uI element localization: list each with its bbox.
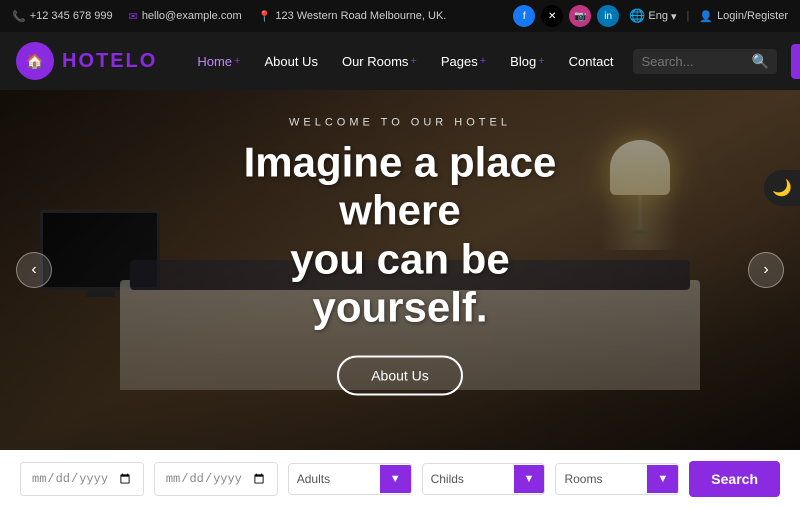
- booking-bar: Adults 1234 ▼ Childs 0123 ▼ Rooms 1234 ▼…: [0, 450, 800, 508]
- nav-rooms[interactable]: Our Rooms+: [332, 46, 427, 77]
- language-label: Eng: [648, 10, 668, 22]
- navbar: 🏠 HOTELO Home+ About Us Our Rooms+ Pages…: [0, 32, 800, 90]
- booking-search-button[interactable]: Search: [689, 461, 780, 497]
- nav-home[interactable]: Home+: [187, 46, 250, 77]
- hero-subtitle: WELCOME TO OUR HOTEL: [200, 116, 600, 128]
- childs-select[interactable]: Childs 0123: [423, 464, 514, 494]
- login-label: Login/Register: [717, 10, 788, 22]
- rooms-select[interactable]: Rooms 1234: [556, 464, 647, 494]
- instagram-icon[interactable]: 📷: [569, 5, 591, 27]
- checkin-input[interactable]: [21, 463, 143, 495]
- nav-blog[interactable]: Blog+: [500, 46, 554, 77]
- dark-mode-toggle[interactable]: 🌙: [764, 170, 800, 206]
- nav-contact[interactable]: Contact: [559, 46, 624, 77]
- twitter-icon[interactable]: ✕: [541, 5, 563, 27]
- top-bar-left: 📞 +12 345 678 999 ✉ hello@example.com 📍 …: [12, 10, 446, 23]
- rooms-arrow-icon: ▼: [647, 465, 678, 493]
- phone-icon: 📞: [12, 10, 26, 23]
- top-bar-right: f ✕ 📷 in 🌐 Eng ▾ | 👤 Login/Register: [513, 5, 788, 27]
- user-icon: 👤: [699, 10, 713, 23]
- language-button[interactable]: 🌐 Eng ▾: [629, 8, 676, 24]
- slider-prev-button[interactable]: ‹: [16, 252, 52, 288]
- email-info: ✉ hello@example.com: [129, 10, 242, 23]
- checkin-field: [20, 462, 144, 496]
- childs-select-wrapper: Childs 0123 ▼: [422, 463, 546, 495]
- about-us-button[interactable]: About Us: [337, 356, 463, 396]
- adults-select[interactable]: Adults 1234: [289, 464, 380, 494]
- hero-title: Imagine a place where you can be yoursel…: [200, 138, 600, 331]
- slider-next-button[interactable]: ›: [748, 252, 784, 288]
- address-text: 123 Western Road Melbourne, UK.: [275, 10, 446, 22]
- chevron-down-icon: ▾: [671, 10, 677, 23]
- top-bar: 📞 +12 345 678 999 ✉ hello@example.com 📍 …: [0, 0, 800, 32]
- logo[interactable]: 🏠 HOTELO: [16, 42, 157, 80]
- search-input[interactable]: [641, 54, 751, 69]
- hero-content: WELCOME TO OUR HOTEL Imagine a place whe…: [200, 116, 600, 395]
- rooms-select-wrapper: Rooms 1234 ▼: [555, 463, 679, 495]
- checkout-field: [154, 462, 278, 496]
- login-register-button[interactable]: 👤 Login/Register: [699, 10, 788, 23]
- nav-about[interactable]: About Us: [254, 46, 327, 77]
- nav-pages[interactable]: Pages+: [431, 46, 496, 77]
- logo-text: HOTELO: [62, 50, 157, 73]
- nav-links: Home+ About Us Our Rooms+ Pages+ Blog+ C…: [187, 46, 623, 77]
- search-button[interactable]: 🔍: [751, 53, 768, 70]
- globe-icon: 🌐: [629, 8, 645, 24]
- phone-info: 📞 +12 345 678 999: [12, 10, 113, 23]
- divider: |: [687, 10, 690, 22]
- phone-number: +12 345 678 999: [30, 10, 113, 22]
- logo-icon: 🏠: [16, 42, 54, 80]
- adults-arrow-icon: ▼: [380, 465, 411, 493]
- hero-section: WELCOME TO OUR HOTEL Imagine a place whe…: [0, 90, 800, 450]
- email-icon: ✉: [129, 10, 138, 23]
- address-info: 📍 123 Western Road Melbourne, UK.: [258, 10, 447, 23]
- search-box: 🔍: [633, 49, 776, 74]
- social-icons: f ✕ 📷 in: [513, 5, 619, 27]
- linkedin-icon[interactable]: in: [597, 5, 619, 27]
- adults-select-wrapper: Adults 1234 ▼: [288, 463, 412, 495]
- location-icon: 📍: [258, 10, 272, 23]
- childs-arrow-icon: ▼: [514, 465, 545, 493]
- facebook-icon[interactable]: f: [513, 5, 535, 27]
- email-address: hello@example.com: [142, 10, 242, 22]
- book-now-button[interactable]: Book Now: [791, 44, 800, 79]
- checkout-input[interactable]: [155, 463, 277, 495]
